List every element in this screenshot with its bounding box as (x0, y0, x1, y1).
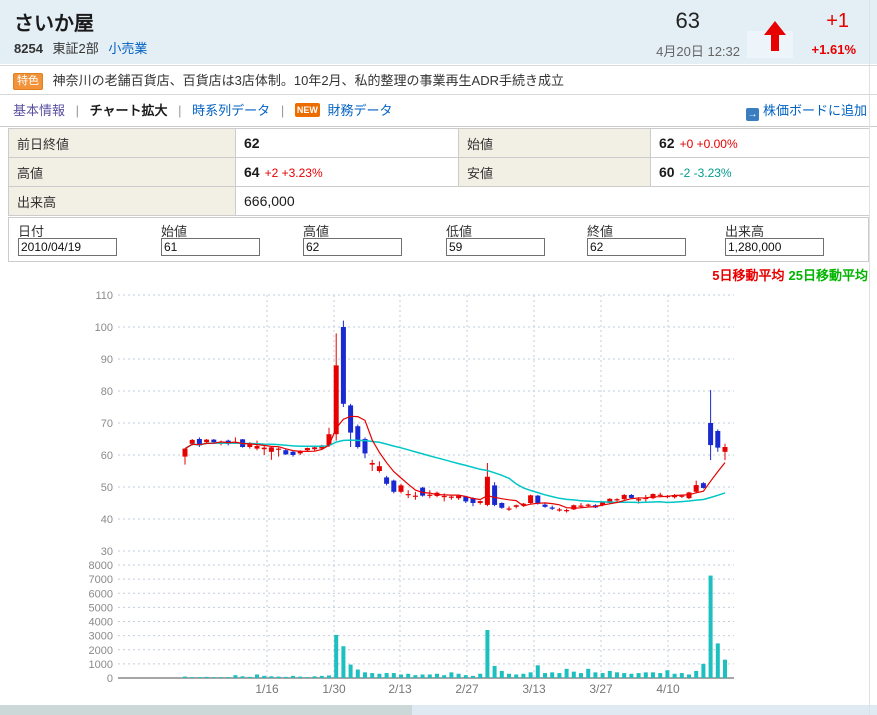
form-field-label: 高値 (303, 221, 439, 238)
svg-text:50: 50 (101, 482, 113, 494)
quote-datetime: 4月20日 12:32 (656, 41, 740, 60)
nav-financial-data[interactable]: 財務データ (327, 103, 392, 118)
svg-text:3/13: 3/13 (522, 682, 546, 696)
form-field-label: 始値 (161, 221, 297, 238)
quote-value: 666,000 (236, 187, 870, 216)
quote-change: +2 +3.23% (265, 166, 323, 180)
svg-text:40: 40 (101, 514, 113, 526)
svg-text:4/10: 4/10 (656, 682, 680, 696)
stock-name: さいか屋 (14, 7, 94, 36)
price-change-percent: +1.61% (812, 42, 856, 57)
svg-text:4000: 4000 (89, 617, 113, 629)
stock-chart: 110 100 90 80 70 60 50 40 30 8000 7000 6000 5000 4000… (0, 280, 877, 705)
quote-label: 出来高 (9, 187, 236, 216)
add-board-link[interactable]: 株価ボードに追加 (763, 103, 867, 118)
quote-table-row: 出来高666,000 (9, 187, 870, 216)
svg-text:2000: 2000 (89, 645, 113, 657)
nav-time-series[interactable]: 時系列データ (192, 103, 270, 118)
form-field-input[interactable] (446, 238, 545, 256)
quote-change: -2 -3.23% (680, 166, 732, 180)
quote-label: 始値 (459, 129, 651, 158)
svg-text:2/13: 2/13 (388, 682, 412, 696)
form-field-label: 低値 (446, 221, 582, 238)
nav-chart-zoom-current: チャート拡大 (90, 103, 168, 118)
quote-value: 62+0 +0.00% (651, 129, 870, 158)
quote-value: 60-2 -3.23% (651, 158, 870, 187)
svg-text:70: 70 (101, 418, 113, 430)
svg-text:6000: 6000 (89, 588, 113, 600)
svg-text:30: 30 (101, 546, 113, 558)
form-field-3: 低値 (446, 221, 582, 256)
current-price: 63 (676, 8, 700, 34)
form-field-1: 始値 (161, 221, 297, 256)
feature-badge: 特色 (13, 73, 43, 90)
price-volume-chart-svg: 110 100 90 80 70 60 50 40 30 8000 7000 6000 5000 4000… (0, 280, 877, 705)
new-badge: NEW (295, 103, 320, 117)
svg-text:90: 90 (101, 354, 113, 366)
nav-basic-info[interactable]: 基本情報 (13, 103, 65, 118)
add-to-board[interactable]: → 株価ボードに追加 (746, 96, 867, 126)
form-field-input[interactable] (161, 238, 260, 256)
svg-text:1000: 1000 (89, 659, 113, 671)
quote-value: 64+2 +3.23% (236, 158, 459, 187)
stock-market: 東証2部 (53, 41, 99, 56)
svg-text:8000: 8000 (89, 560, 113, 572)
company-feature-row: 特色 神奈川の老舗百貨店、百貨店は3店体制。10年2月、私的整理の事業再生ADR… (0, 65, 877, 95)
form-field-input[interactable] (725, 238, 824, 256)
quote-header: さいか屋 8254 東証2部 小売業 63 +1 4月20日 12:32 +1.… (0, 0, 877, 64)
quote-value: 62 (236, 129, 459, 158)
next-section-header-left (0, 705, 412, 715)
svg-text:1/30: 1/30 (322, 682, 346, 696)
stock-code: 8254 (14, 41, 43, 56)
svg-text:100: 100 (95, 322, 113, 334)
quote-label: 安値 (459, 158, 651, 187)
form-field-input[interactable] (587, 238, 686, 256)
25-day-ma-line (185, 440, 725, 502)
quote-label: 高値 (9, 158, 236, 187)
feature-text: 神奈川の老舗百貨店、百貨店は3店体制。10年2月、私的整理の事業再生ADR手続き… (53, 73, 564, 88)
quote-table-row: 高値64+2 +3.23%安値60-2 -3.23% (9, 158, 870, 187)
form-field-5: 出来高 (725, 221, 861, 256)
svg-text:3/27: 3/27 (589, 682, 613, 696)
svg-text:7000: 7000 (89, 574, 113, 586)
form-field-input[interactable] (18, 238, 117, 256)
svg-text:80: 80 (101, 386, 113, 398)
sector-link[interactable]: 小売業 (108, 41, 147, 56)
svg-text:60: 60 (101, 450, 113, 462)
form-field-0: 日付 (18, 221, 154, 256)
quote-change: +0 +0.00% (680, 137, 738, 151)
svg-text:5000: 5000 (89, 602, 113, 614)
quote-label: 前日終値 (9, 129, 236, 158)
svg-text:1/16: 1/16 (255, 682, 279, 696)
svg-text:0: 0 (107, 673, 113, 685)
price-change: +1 (826, 10, 849, 33)
price-up-arrow-icon (763, 21, 787, 51)
quote-summary-table: 前日終値62始値62+0 +0.00%高値64+2 +3.23%安値60-2 -… (8, 128, 870, 216)
form-field-label: 日付 (18, 221, 154, 238)
stock-meta: 8254 東証2部 小売業 (14, 38, 147, 57)
quote-nav: 基本情報 | チャート拡大 | 時系列データ | NEW 財務データ →株価ボー… (0, 96, 877, 127)
form-field-2: 高値 (303, 221, 439, 256)
page-edge-divider (869, 0, 870, 715)
svg-text:110: 110 (95, 290, 113, 302)
next-section-header-right (412, 705, 877, 715)
form-field-4: 終値 (587, 221, 723, 256)
board-arrow-icon: → (746, 108, 759, 121)
ohlc-input-form: 日付始値高値低値終値出来高 (8, 217, 869, 262)
quote-table-row: 前日終値62始値62+0 +0.00% (9, 129, 870, 158)
form-field-label: 出来高 (725, 221, 861, 238)
form-field-label: 終値 (587, 221, 723, 238)
form-field-input[interactable] (303, 238, 402, 256)
svg-text:2/27: 2/27 (455, 682, 479, 696)
svg-text:3000: 3000 (89, 631, 113, 643)
